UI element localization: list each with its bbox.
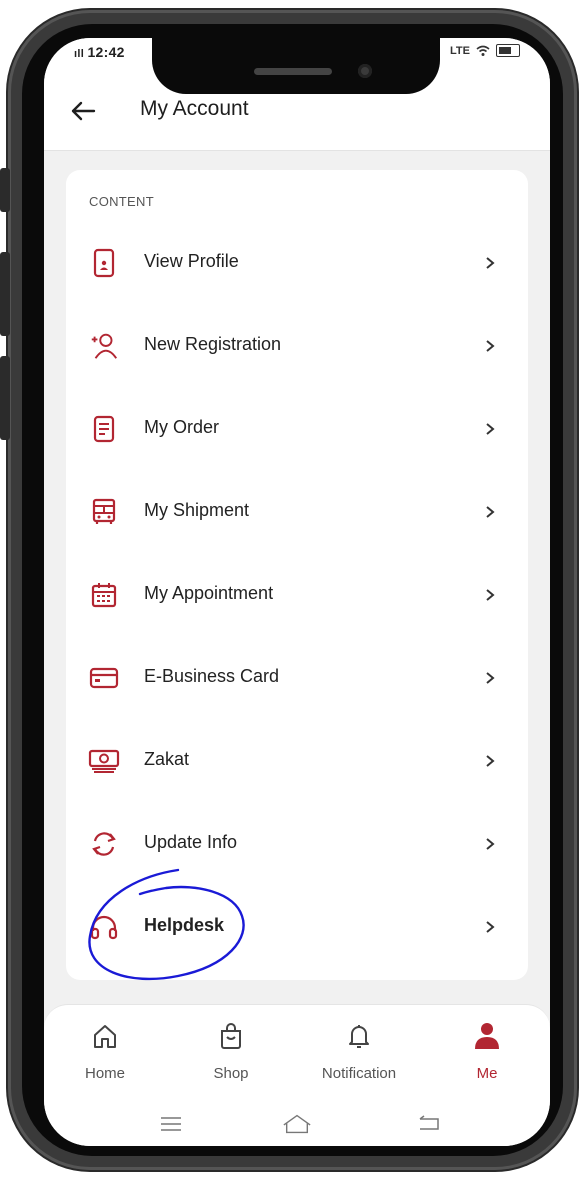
bottom-navigation: Home Shop Notification Me bbox=[44, 1004, 550, 1146]
bell-icon bbox=[344, 1021, 374, 1051]
system-back-icon[interactable] bbox=[414, 1111, 444, 1137]
chevron-right-icon bbox=[480, 832, 500, 856]
signal-icon: ıll bbox=[74, 48, 88, 60]
headphones-icon bbox=[88, 911, 120, 943]
chevron-right-icon bbox=[480, 251, 500, 275]
lte-icon: LTE bbox=[450, 44, 470, 57]
menu-label: My Appointment bbox=[144, 583, 274, 603]
home-icon bbox=[90, 1021, 120, 1051]
menu-item-view-profile[interactable]: View Profile bbox=[66, 223, 528, 306]
calendar-icon bbox=[88, 579, 120, 611]
menu-label: New Registration bbox=[144, 334, 282, 354]
menu-label: Helpdesk bbox=[144, 915, 225, 935]
chevron-right-icon bbox=[480, 583, 500, 607]
menu-label: View Profile bbox=[144, 251, 239, 271]
person-icon bbox=[472, 1021, 502, 1051]
nav-shop[interactable]: Shop bbox=[186, 1021, 276, 1091]
camera-notch bbox=[152, 38, 440, 94]
phone-screen: ıll 12:42 LTE My Account CONTENT View Pr… bbox=[44, 38, 550, 1146]
order-document-icon bbox=[88, 413, 120, 445]
cash-icon bbox=[88, 745, 120, 777]
menu-label: E-Business Card bbox=[144, 666, 280, 686]
menu-label: Update Info bbox=[144, 832, 238, 852]
menu-label: Zakat bbox=[144, 749, 190, 769]
bus-shipment-icon bbox=[88, 496, 120, 528]
system-navigation-bar bbox=[44, 1101, 550, 1146]
add-user-icon bbox=[88, 330, 120, 362]
menu-item-update-info[interactable]: Update Info bbox=[66, 804, 528, 887]
shopping-bag-icon bbox=[216, 1021, 246, 1051]
chevron-right-icon bbox=[480, 500, 500, 524]
menu-item-my-order[interactable]: My Order bbox=[66, 389, 528, 472]
status-time: ıll 12:42 bbox=[74, 44, 125, 60]
menu-item-e-business-card[interactable]: E-Business Card bbox=[66, 638, 528, 721]
chevron-right-icon bbox=[480, 417, 500, 441]
nav-notification[interactable]: Notification bbox=[314, 1021, 404, 1091]
nav-home[interactable]: Home bbox=[60, 1021, 150, 1091]
status-icons: LTE bbox=[450, 44, 520, 57]
menu-lines-icon[interactable] bbox=[156, 1111, 186, 1137]
menu-item-my-appointment[interactable]: My Appointment bbox=[66, 555, 528, 638]
nav-label: Home bbox=[84, 1065, 125, 1082]
nav-me[interactable]: Me bbox=[442, 1021, 532, 1091]
menu-item-new-registration[interactable]: New Registration bbox=[66, 306, 528, 389]
nav-label: Me bbox=[476, 1065, 498, 1082]
section-label: CONTENT bbox=[89, 194, 154, 209]
chevron-right-icon bbox=[480, 915, 500, 939]
chevron-right-icon bbox=[480, 334, 500, 358]
nav-label: Notification bbox=[321, 1065, 397, 1082]
arrow-left-icon bbox=[71, 101, 96, 121]
side-button bbox=[0, 168, 10, 212]
speaker-grille bbox=[254, 68, 332, 75]
volume-up-button bbox=[0, 252, 10, 336]
system-home-icon[interactable] bbox=[282, 1111, 312, 1137]
menu-item-helpdesk[interactable]: Helpdesk bbox=[66, 887, 528, 970]
chevron-right-icon bbox=[480, 666, 500, 690]
battery-icon bbox=[496, 44, 520, 57]
refresh-icon bbox=[88, 828, 120, 860]
menu-label: My Shipment bbox=[144, 500, 250, 520]
chevron-right-icon bbox=[480, 749, 500, 773]
menu-label: My Order bbox=[144, 417, 220, 437]
nav-label: Shop bbox=[213, 1065, 249, 1082]
menu-item-zakat[interactable]: Zakat bbox=[66, 721, 528, 804]
volume-down-button bbox=[0, 356, 10, 440]
content-card: CONTENT View Profile New Registration My… bbox=[66, 170, 528, 980]
menu-item-my-shipment[interactable]: My Shipment bbox=[66, 472, 528, 555]
page-title: My Account bbox=[140, 97, 249, 120]
profile-phone-icon bbox=[88, 247, 120, 279]
wifi-icon bbox=[476, 45, 490, 56]
back-button[interactable] bbox=[66, 94, 100, 128]
card-icon bbox=[88, 662, 120, 694]
front-camera bbox=[358, 64, 372, 78]
